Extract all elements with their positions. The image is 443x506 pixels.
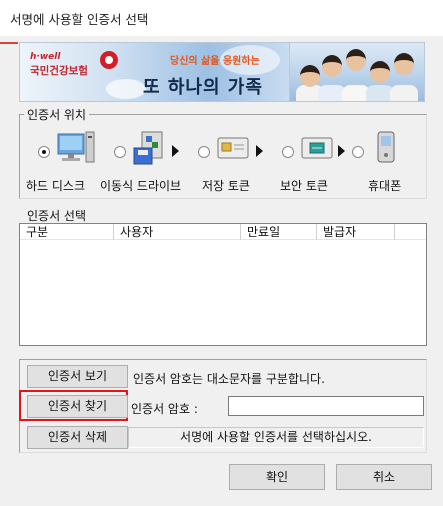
option-label-mobile: 휴대폰 — [368, 179, 402, 193]
location-option-removable[interactable]: 이동식 드라이브 — [100, 130, 190, 193]
column-header-extra[interactable] — [395, 224, 426, 240]
person-face — [346, 49, 366, 71]
cert-list[interactable]: 구분 사용자 만료일 발급자 — [19, 223, 427, 346]
delete-cert-button[interactable]: 인증서 삭제 — [27, 426, 128, 449]
ok-button[interactable]: 확인 — [229, 464, 325, 490]
mobile-phone-icon — [377, 131, 395, 163]
expand-arrow-icon[interactable] — [172, 145, 179, 157]
brand-small: h·well — [30, 52, 61, 62]
radio-removable[interactable] — [114, 146, 126, 158]
column-header-user[interactable]: 사용자 — [114, 224, 241, 240]
radio-storage-token[interactable] — [198, 146, 210, 158]
accent-divider — [0, 42, 18, 44]
hard-disk-icon — [57, 131, 95, 163]
person-face — [394, 53, 414, 75]
removable-drive-icon — [133, 131, 163, 165]
radio-mobile[interactable] — [352, 146, 364, 158]
cancel-button[interactable]: 취소 — [336, 464, 432, 490]
location-option-mobile[interactable]: 휴대폰 — [352, 130, 416, 193]
location-option-storage-token[interactable]: 저장 토큰 — [196, 130, 276, 193]
expand-arrow-icon[interactable] — [256, 145, 263, 157]
storage-token-icon — [217, 137, 249, 159]
location-option-hard-disk[interactable]: 하드 디스크 — [26, 130, 100, 193]
brand-org: 국민건강보험 — [30, 65, 88, 77]
cert-password-input[interactable] — [228, 396, 424, 416]
find-cert-button[interactable]: 인증서 찾기 — [27, 395, 128, 418]
case-sensitivity-note: 인증서 암호는 대소문자를 구분합니다. — [133, 372, 325, 386]
title-bar: 서명에 사용할 인증서 선택 — [0, 0, 443, 36]
option-label-security-token: 보안 토큰 — [280, 179, 328, 193]
column-header-issuer[interactable]: 발급자 — [317, 224, 395, 240]
window-title: 서명에 사용할 인증서 선택 — [10, 12, 149, 27]
person-face — [322, 55, 342, 77]
radio-hard-disk[interactable] — [38, 146, 50, 158]
person-shape — [390, 85, 418, 101]
cert-select-dialog: h·well 국민건강보험 당신의 삶을 응원하는 또 하나의 가족 인증서 위… — [0, 36, 443, 506]
option-label-hard-disk: 하드 디스크 — [26, 179, 86, 193]
banner-slogan: 당신의 삶을 응원하는 — [170, 56, 260, 67]
nhis-banner: h·well 국민건강보험 당신의 삶을 응원하는 또 하나의 가족 — [19, 42, 290, 102]
option-label-storage-token: 저장 토큰 — [202, 179, 250, 193]
cert-location-label: 인증서 위치 — [24, 106, 90, 123]
column-header-type[interactable]: 구분 — [20, 224, 114, 240]
cloud-shape — [106, 79, 146, 99]
status-message: 서명에 사용할 인증서를 선택하십시오. — [128, 427, 424, 448]
family-photo — [290, 42, 425, 102]
person-face — [370, 61, 390, 83]
location-option-security-token[interactable]: 보안 토큰 — [280, 130, 352, 193]
column-header-expiry[interactable]: 만료일 — [241, 224, 317, 240]
nhis-logo-icon — [100, 51, 118, 69]
view-cert-button[interactable]: 인증서 보기 — [27, 365, 128, 388]
security-token-icon — [301, 137, 333, 159]
person-face — [300, 65, 320, 87]
cert-list-label: 인증서 선택 — [27, 209, 87, 223]
password-label: 인증서 암호 : — [131, 402, 198, 416]
expand-arrow-icon[interactable] — [338, 145, 345, 157]
banner-headline: 또 하나의 가족 — [143, 77, 263, 98]
option-label-removable: 이동식 드라이브 — [100, 179, 182, 193]
cert-list-header: 구분 사용자 만료일 발급자 — [20, 224, 426, 240]
radio-security-token[interactable] — [282, 146, 294, 158]
